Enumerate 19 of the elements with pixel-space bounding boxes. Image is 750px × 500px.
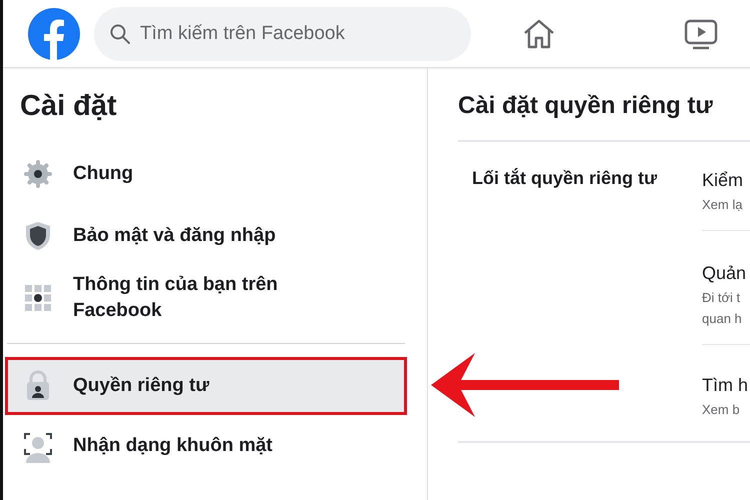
section-heading: Lối tắt quyền riêng tư — [471, 167, 658, 189]
option-description: Đi tới t — [702, 290, 740, 305]
sidebar-item[interactable]: Bảo mật và đăng nhập — [5, 205, 407, 267]
option-description: Xem lạ — [702, 197, 742, 212]
search-icon — [110, 24, 130, 44]
sidebar-item[interactable]: Chung — [5, 143, 407, 205]
option-description: Xem b — [702, 402, 740, 417]
search-field[interactable]: Tìm kiếm trên Facebook — [94, 6, 471, 60]
sidebar-item[interactable]: Thông tin của bạn trên Facebook — [5, 267, 407, 329]
gear-icon — [21, 157, 55, 191]
option-description: quan h — [702, 311, 742, 326]
logo-icon[interactable] — [28, 8, 80, 60]
option-title[interactable]: Quản — [702, 263, 746, 284]
sidebar-item[interactable]: Nhận dạng khuôn mặt — [5, 415, 407, 477]
option-title[interactable]: Tìm h — [702, 375, 748, 396]
page-title: Cài đặt quyền riêng tư — [458, 92, 750, 142]
sidebar-title: Cài đặt — [19, 90, 118, 123]
option-title[interactable]: Kiểm — [702, 170, 744, 191]
sidebar-item[interactable]: Quyền riêng tư — [5, 357, 407, 415]
